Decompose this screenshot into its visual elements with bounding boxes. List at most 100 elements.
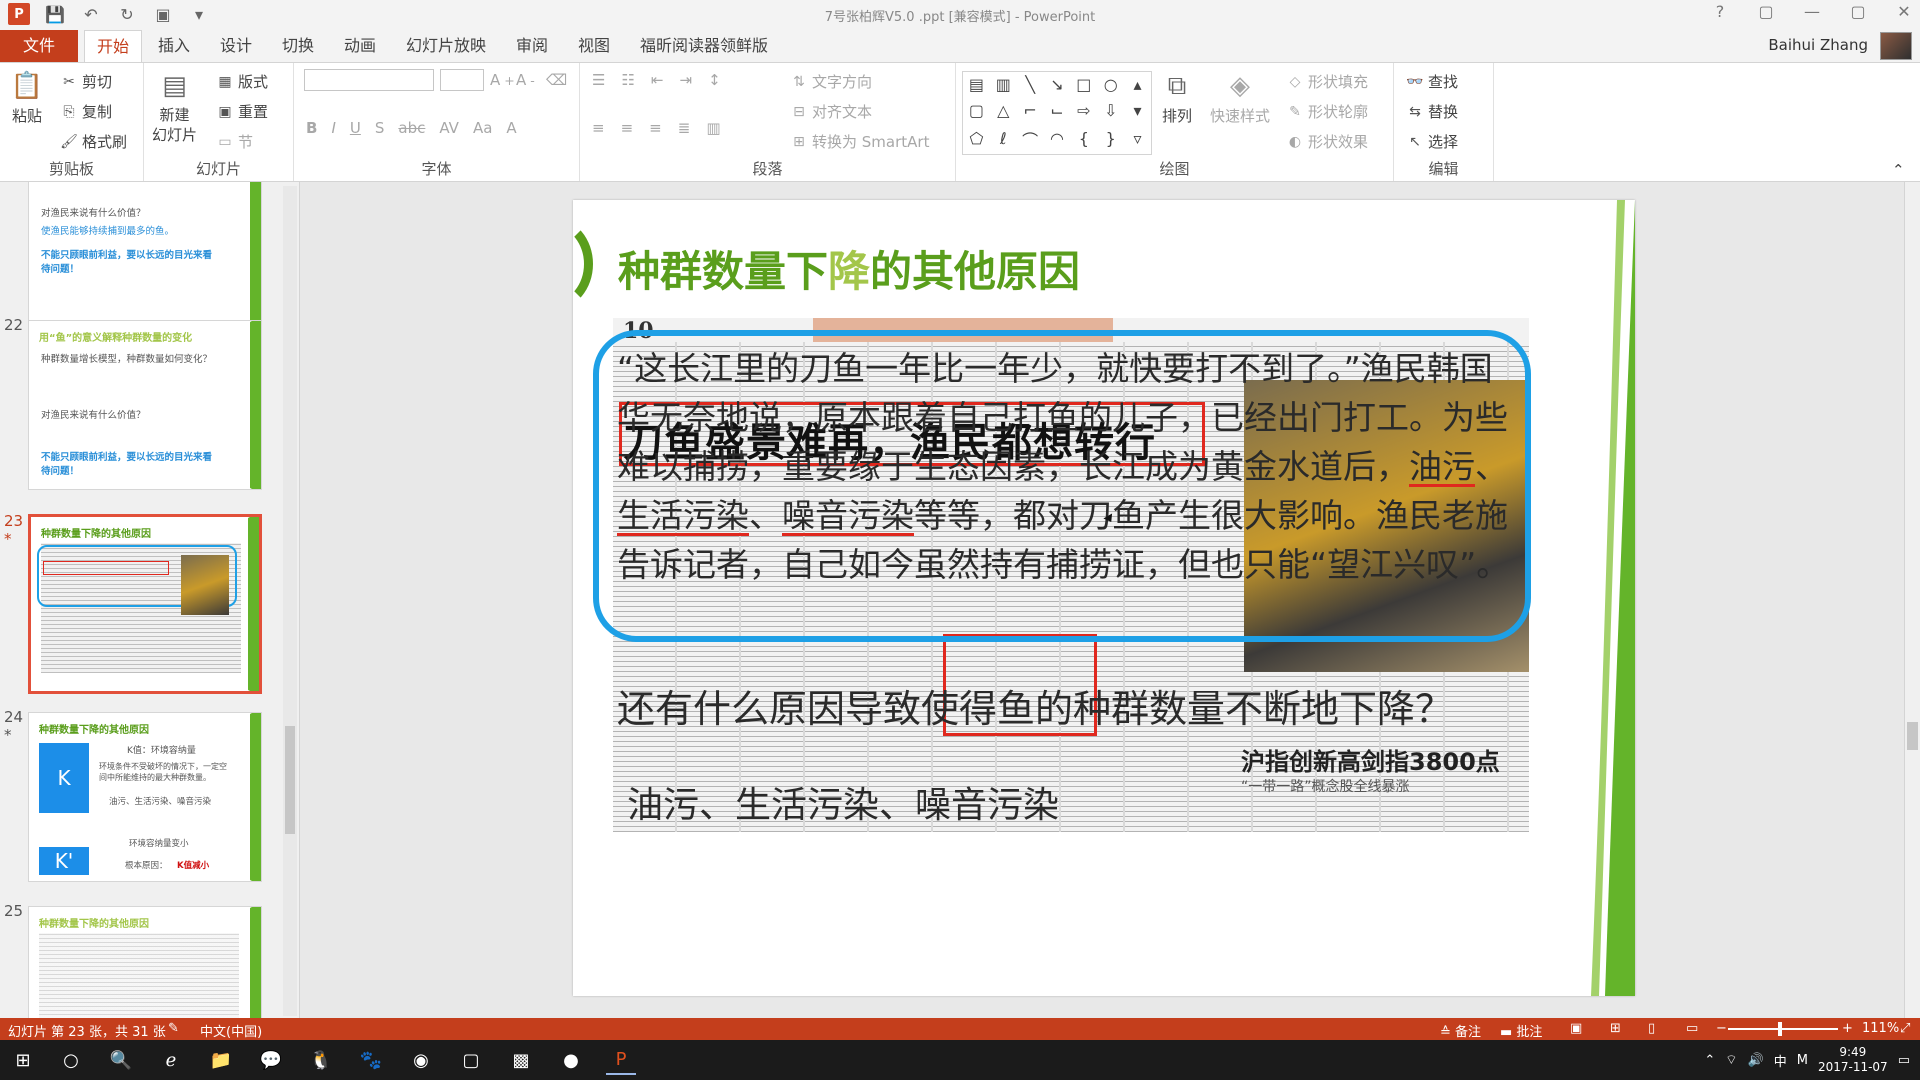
- left-brace-icon[interactable]: {: [1070, 123, 1097, 154]
- slideshow-view-icon[interactable]: ▭: [1686, 1021, 1698, 1036]
- font-size-box[interactable]: [440, 69, 484, 91]
- slide-scrollbar[interactable]: [1904, 182, 1920, 1018]
- file-explorer-icon[interactable]: 📁: [206, 1045, 236, 1075]
- tab-insert[interactable]: 插入: [146, 30, 202, 62]
- char-spacing-button[interactable]: AV: [439, 119, 459, 137]
- avatar[interactable]: [1880, 32, 1912, 60]
- comments-button[interactable]: ▬ 批注: [1500, 1021, 1542, 1040]
- notification-icon[interactable]: ▭: [1898, 1053, 1910, 1068]
- tab-home[interactable]: 开始: [84, 30, 143, 63]
- gallery-up-icon[interactable]: ▴: [1124, 72, 1151, 98]
- reset-button[interactable]: ▣ 重置: [216, 101, 268, 122]
- reading-view-icon[interactable]: ▯: [1648, 1021, 1655, 1036]
- slide-canvas[interactable]: 种群数量下降的其他原因 10 刀鱼盛景难再，渔民都想转行 沪指创新高剑指3800…: [573, 200, 1635, 996]
- tab-review[interactable]: 审阅: [504, 30, 560, 62]
- slide-thumbnail-24[interactable]: 种群数量下降的其他原因 K K' K值：环境容纳量 环境条件不受破坏的情况下，一…: [28, 712, 262, 882]
- slide-thumbnail-25[interactable]: 种群数量下降的其他原因: [28, 906, 262, 1018]
- down-arrow-icon[interactable]: ⇩: [1097, 98, 1124, 124]
- smartart-button[interactable]: ⊞ 转换为 SmartArt: [790, 131, 929, 152]
- line-spacing-icon[interactable]: ↕: [708, 71, 721, 89]
- clear-format-icon[interactable]: ⌫: [546, 71, 567, 89]
- triangle-icon[interactable]: △: [990, 98, 1017, 124]
- rounded-rect-icon[interactable]: ▢: [963, 98, 990, 124]
- volume-icon[interactable]: 🔊: [1748, 1053, 1764, 1068]
- language-indicator[interactable]: 中文(中国): [200, 1021, 262, 1040]
- clock[interactable]: 9:49 2017-11-07: [1818, 1045, 1888, 1075]
- powerpoint-taskbar-icon[interactable]: P: [606, 1045, 636, 1075]
- tab-slideshow[interactable]: 幻灯片放映: [394, 30, 498, 62]
- slide-thumbnail-23[interactable]: 种群数量下降的其他原因: [28, 514, 262, 694]
- bold-button[interactable]: B: [306, 119, 317, 137]
- find-button[interactable]: 👓 查找: [1406, 71, 1458, 92]
- copy-button[interactable]: ⎘ 复制: [60, 101, 112, 122]
- replace-button[interactable]: ⇆ 替换: [1406, 101, 1458, 122]
- new-slide-button[interactable]: ▤ 新建 幻灯片: [152, 69, 197, 145]
- slide-sorter-icon[interactable]: ⊞: [1610, 1021, 1621, 1036]
- paste-button[interactable]: 📋 粘贴: [10, 69, 44, 126]
- scribble-icon[interactable]: ℓ: [990, 123, 1017, 154]
- ribbon-display-button[interactable]: ▢: [1756, 2, 1776, 21]
- spellcheck-icon[interactable]: ✎: [168, 1021, 179, 1036]
- scrollbar-thumb[interactable]: [285, 726, 295, 834]
- scrollbar-thumb[interactable]: [1907, 722, 1918, 750]
- freeform-icon[interactable]: ⬠: [963, 123, 990, 154]
- tab-file[interactable]: 文件: [0, 30, 78, 62]
- format-painter-button[interactable]: 🖌 格式刷: [60, 131, 127, 152]
- align-center-icon[interactable]: ≡: [621, 119, 634, 137]
- shrink-font-button[interactable]: A-: [516, 71, 535, 89]
- right-brace-icon[interactable]: }: [1097, 123, 1124, 154]
- minimize-button[interactable]: —: [1802, 2, 1822, 21]
- section-button[interactable]: ▭ 节: [216, 131, 253, 152]
- italic-button[interactable]: I: [331, 119, 335, 137]
- tab-design[interactable]: 设计: [208, 30, 264, 62]
- collapse-ribbon-icon[interactable]: ⌃: [1892, 161, 1905, 179]
- question-text[interactable]: 还有什么原因导致使得鱼的种群数量不断地下降？: [617, 678, 1453, 733]
- tab-foxit-reader[interactable]: 福昕阅读器领鲜版: [628, 30, 780, 62]
- edge-browser-icon[interactable]: ℯ: [156, 1045, 186, 1075]
- font-name-box[interactable]: [304, 69, 434, 91]
- cortana-icon[interactable]: ○: [56, 1045, 86, 1075]
- ball-app-icon[interactable]: ●: [556, 1045, 586, 1075]
- line-shape-icon[interactable]: ╲: [1017, 72, 1044, 98]
- tab-transitions[interactable]: 切换: [270, 30, 326, 62]
- gallery-down-icon[interactable]: ▾: [1124, 98, 1151, 124]
- slide-thumbnail-22[interactable]: 用“鱼”的意义解释种群数量的变化 种群数量增长模型，种群数量如何变化？ 对渔民来…: [28, 320, 262, 490]
- thumbnail-scrollbar[interactable]: [283, 186, 297, 1016]
- help-button[interactable]: ?: [1710, 2, 1730, 21]
- vertical-textbox-icon[interactable]: ▥: [990, 72, 1017, 98]
- slide-title[interactable]: 种群数量下降的其他原因: [618, 238, 1080, 299]
- answer-text[interactable]: 油污、生活污染、噪音污染: [627, 776, 1059, 828]
- numbering-icon[interactable]: ☷: [621, 71, 634, 89]
- zoom-level[interactable]: 111%: [1862, 1021, 1899, 1036]
- shadow-button[interactable]: S: [375, 119, 385, 137]
- oval-shape-icon[interactable]: ○: [1097, 72, 1124, 98]
- columns-icon[interactable]: ▥: [706, 119, 720, 137]
- paw-app-icon[interactable]: 🐾: [356, 1045, 386, 1075]
- arrange-button[interactable]: ⧉ 排列: [1160, 69, 1194, 126]
- green-app-icon[interactable]: ▩: [506, 1045, 536, 1075]
- shape-outline-button[interactable]: ✎ 形状轮廓: [1286, 101, 1368, 122]
- align-right-icon[interactable]: ≡: [649, 119, 662, 137]
- close-button[interactable]: ✕: [1894, 2, 1914, 21]
- fit-slide-icon[interactable]: ⤢: [1900, 1021, 1910, 1036]
- bullets-icon[interactable]: ☰: [592, 71, 605, 89]
- select-button[interactable]: ↖ 选择: [1406, 131, 1458, 152]
- search-icon[interactable]: 🔍: [106, 1045, 136, 1075]
- tab-animations[interactable]: 动画: [332, 30, 388, 62]
- zoom-slider[interactable]: [1728, 1022, 1838, 1036]
- arc-icon[interactable]: ◠: [1044, 123, 1071, 154]
- chrome-icon[interactable]: ◉: [406, 1045, 436, 1075]
- change-case-button[interactable]: Aa: [473, 119, 492, 137]
- ime-indicator[interactable]: 中: [1774, 1051, 1787, 1070]
- slide-thumbnail-21[interactable]: 对渔民来说有什么价值？ 使渔民能够持续捕到最多的鱼。 不能只顾眼前利益，要以长远…: [28, 182, 262, 334]
- align-text-button[interactable]: ⊟ 对齐文本: [790, 101, 872, 122]
- shape-effects-button[interactable]: ◐ 形状效果: [1286, 131, 1368, 152]
- notes-button[interactable]: ≙ 备注: [1440, 1021, 1481, 1040]
- zoom-in-button[interactable]: +: [1842, 1021, 1853, 1036]
- strikethrough-button[interactable]: abc: [398, 119, 425, 137]
- shapes-gallery[interactable]: ▤ ▥ ╲ ↘ □ ○ ▴ ▢ △ ⌐ ⌙ ⇨ ⇩ ▾ ⬠ ℓ ⌒ ◠{} ▿: [962, 71, 1152, 155]
- network-icon[interactable]: ⌔: [1725, 1052, 1737, 1068]
- quick-styles-button[interactable]: ◈ 快速样式: [1210, 69, 1270, 126]
- account-name[interactable]: Baihui Zhang: [1768, 36, 1868, 54]
- app-window-icon[interactable]: ▢: [456, 1045, 486, 1075]
